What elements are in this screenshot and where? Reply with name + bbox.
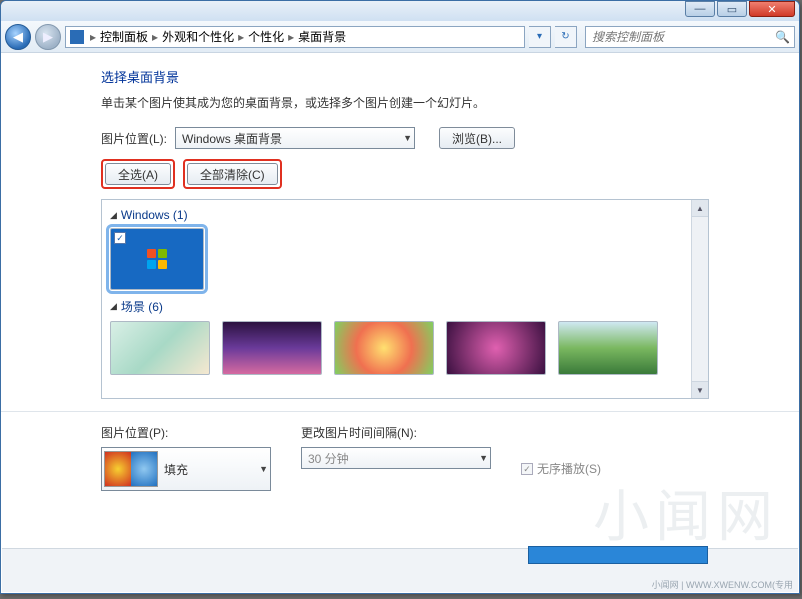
breadcrumb-sep: ▸ (150, 30, 160, 44)
watermark-small: 小闻网 | WWW.XWENW.COM(专用 (652, 578, 793, 591)
forward-button[interactable]: ▶ (35, 24, 61, 50)
position-preview-icon (104, 451, 158, 487)
scroll-down-icon[interactable]: ▼ (692, 381, 708, 398)
thumb-row (110, 321, 700, 375)
page-title: 选择桌面背景 (101, 67, 709, 86)
breadcrumb[interactable]: 桌面背景 (298, 28, 346, 45)
select-all-button[interactable]: 全选(A) (105, 163, 171, 185)
interval-col: 更改图片时间间隔(N): 30 分钟 ▼ (301, 424, 491, 491)
address-bar[interactable]: ▸ 控制面板 ▸ 外观和个性化 ▸ 个性化 ▸ 桌面背景 (65, 26, 525, 48)
breadcrumb-sep: ▸ (286, 30, 296, 44)
search-input[interactable] (590, 29, 775, 45)
maximize-button[interactable]: ▭ (717, 1, 747, 17)
divider (1, 411, 799, 412)
control-panel-icon (70, 30, 84, 44)
position-value: 填充 (164, 461, 188, 478)
location-label: 图片位置(L): (101, 130, 167, 147)
wallpaper-thumb-windows[interactable]: ✓ (110, 228, 204, 290)
interval-combo[interactable]: 30 分钟 ▼ (301, 447, 491, 469)
shuffle-label: 无序播放(S) (537, 460, 601, 477)
breadcrumb-sep: ▸ (88, 30, 98, 44)
wallpaper-thumb-scene[interactable] (110, 321, 210, 375)
chevron-down-icon: ▼ (259, 464, 268, 474)
breadcrumb[interactable]: 控制面板 (100, 28, 148, 45)
window: — ▭ ✕ ◀ ▶ ▸ 控制面板 ▸ 外观和个性化 ▸ 个性化 ▸ 桌面背景 ▾… (0, 0, 800, 594)
search-icon[interactable]: 🔍 (775, 30, 790, 44)
shuffle-checkbox[interactable]: ✓ (521, 463, 533, 475)
highlight-clear-all: 全部清除(C) (183, 159, 282, 189)
wallpaper-thumb-scene[interactable] (334, 321, 434, 375)
shuffle-option: ✓ 无序播放(S) (521, 446, 601, 491)
scroll-up-icon[interactable]: ▲ (692, 200, 708, 217)
wallpaper-thumb-scene[interactable] (558, 321, 658, 375)
back-button[interactable]: ◀ (5, 24, 31, 50)
content-area: 选择桌面背景 单击某个图片使其成为您的桌面背景，或选择多个图片创建一个幻灯片。 … (1, 53, 799, 499)
interval-label: 更改图片时间间隔(N): (301, 424, 491, 441)
collapse-icon: ◢ (110, 301, 117, 312)
browse-button[interactable]: 浏览(B)... (439, 127, 515, 149)
minimize-button[interactable]: — (685, 1, 715, 17)
selection-overlay (528, 546, 708, 564)
group-label: 场景 (6) (121, 298, 163, 315)
wallpaper-thumb-scene[interactable] (446, 321, 546, 375)
group-windows[interactable]: ◢ Windows (1) (110, 208, 700, 222)
location-row: 图片位置(L): Windows 桌面背景 ▼ 浏览(B)... (101, 127, 709, 149)
breadcrumb[interactable]: 外观和个性化 (162, 28, 234, 45)
chevron-down-icon: ▼ (403, 133, 412, 143)
group-scenes[interactable]: ◢ 场景 (6) (110, 298, 700, 315)
breadcrumb[interactable]: 个性化 (248, 28, 284, 45)
highlight-select-all: 全选(A) (101, 159, 175, 189)
select-row: 全选(A) 全部清除(C) (101, 159, 709, 189)
bottom-options: 图片位置(P): 填充 ▼ 更改图片时间间隔(N): 30 分钟 ▼ ✓ 无序播… (101, 424, 709, 499)
scrollbar[interactable]: ▲ ▼ (691, 200, 708, 398)
address-dropdown[interactable]: ▾ (529, 26, 551, 48)
clear-all-button[interactable]: 全部清除(C) (187, 163, 278, 185)
group-label: Windows (1) (121, 208, 188, 222)
breadcrumb-sep: ▸ (236, 30, 246, 44)
thumb-row: ✓ (110, 228, 700, 290)
position-col: 图片位置(P): 填充 ▼ (101, 424, 271, 491)
refresh-button[interactable]: ↻ (555, 26, 577, 48)
thumb-checkbox[interactable]: ✓ (114, 232, 126, 244)
interval-value: 30 分钟 (308, 450, 349, 467)
windows-logo-icon (147, 249, 169, 271)
page-subtext: 单击某个图片使其成为您的桌面背景，或选择多个图片创建一个幻灯片。 (101, 94, 709, 111)
navbar: ◀ ▶ ▸ 控制面板 ▸ 外观和个性化 ▸ 个性化 ▸ 桌面背景 ▾ ↻ 🔍 (1, 21, 799, 53)
wallpaper-gallery: ▲ ▼ ◢ Windows (1) ✓ ◢ 场景 (6) (101, 199, 709, 399)
location-value: Windows 桌面背景 (182, 130, 282, 147)
position-combo[interactable]: 填充 ▼ (101, 447, 271, 491)
titlebar: — ▭ ✕ (1, 1, 799, 21)
search-box[interactable]: 🔍 (585, 26, 795, 48)
close-button[interactable]: ✕ (749, 1, 795, 17)
wallpaper-thumb-scene[interactable] (222, 321, 322, 375)
collapse-icon: ◢ (110, 210, 117, 221)
location-combo[interactable]: Windows 桌面背景 ▼ (175, 127, 415, 149)
position-label: 图片位置(P): (101, 424, 271, 441)
chevron-down-icon: ▼ (479, 453, 488, 463)
